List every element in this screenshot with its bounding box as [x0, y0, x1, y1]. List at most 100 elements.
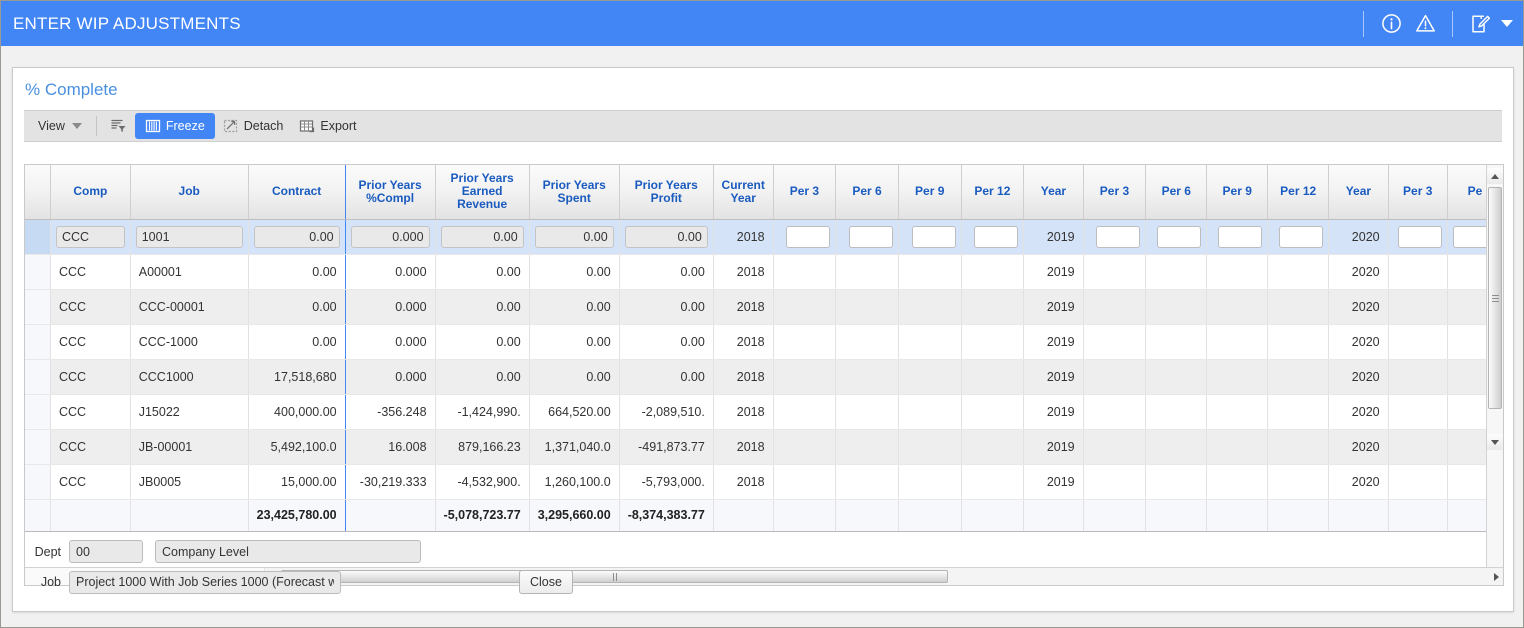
cell-p6b[interactable] [1145, 219, 1208, 255]
input-contract[interactable] [253, 225, 340, 248]
column-header-contract[interactable]: Contract [248, 165, 346, 220]
column-header-p12a[interactable]: Per 12 [961, 165, 1025, 220]
cell-p9a [898, 324, 962, 360]
view-menu-button[interactable]: View [30, 114, 90, 138]
table-row[interactable]: CCC JB-00001 5,492,100.0 16.008 879,166.23 1,… [25, 429, 1503, 465]
column-header-p3a[interactable]: Per 3 [773, 165, 837, 220]
scroll-up-button[interactable] [1487, 168, 1503, 184]
cell-pyprofit: 0.00 [619, 324, 714, 360]
row-select-cell[interactable] [25, 394, 51, 430]
table-row[interactable]: CCC A00001 0.00 0.000 0.00 0.00 0.00 2018 2019 20… [25, 254, 1503, 290]
input-p9a[interactable] [911, 225, 956, 248]
row-select-cell[interactable] [25, 324, 51, 360]
cell-job[interactable] [130, 219, 249, 255]
cell-p6a[interactable] [835, 219, 899, 255]
detach-button[interactable]: Detach [215, 114, 292, 138]
input-p12b[interactable] [1279, 225, 1324, 248]
cell-pycompl[interactable] [345, 219, 436, 255]
column-header-job[interactable]: Job [130, 165, 249, 220]
cell-pyspent: 0.00 [529, 359, 620, 395]
input-p6b[interactable] [1157, 225, 1202, 248]
cell-p3c [1388, 429, 1448, 465]
table-row[interactable]: CCC CCC-00001 0.00 0.000 0.00 0.00 0.00 2018 201… [25, 289, 1503, 325]
input-p9b[interactable] [1218, 225, 1263, 248]
freeze-columns-icon [145, 118, 161, 134]
cell-pyprofit[interactable] [619, 219, 714, 255]
scroll-down-button[interactable] [1487, 434, 1503, 450]
column-header-cy[interactable]: Current Year [713, 165, 774, 220]
export-button[interactable]: Export [291, 114, 364, 138]
filter-list-icon [111, 118, 127, 134]
input-pyrev[interactable] [440, 225, 524, 248]
cell-p6b [1145, 289, 1208, 325]
input-pyspent[interactable] [534, 225, 614, 248]
column-header-pycompl[interactable]: Prior Years %Compl [345, 165, 436, 220]
column-header-p9a[interactable]: Per 9 [898, 165, 962, 220]
input-p12a[interactable] [974, 225, 1019, 248]
cell-contract[interactable] [248, 219, 346, 255]
column-header-p12b[interactable]: Per 12 [1267, 165, 1330, 220]
cell-pyrev[interactable] [435, 219, 530, 255]
column-header-pyrev[interactable]: Prior Years Earned Revenue [435, 165, 530, 220]
cell-p3b[interactable] [1083, 219, 1147, 255]
cell-yr2: 2019 [1023, 464, 1084, 500]
column-header-p6b[interactable]: Per 6 [1145, 165, 1208, 220]
cell-p12b [1267, 254, 1330, 290]
column-header-comp[interactable]: Comp [50, 165, 131, 220]
dept-input[interactable] [69, 540, 143, 563]
column-header-pyspent[interactable]: Prior Years Spent [529, 165, 620, 220]
table-row[interactable]: CCC CCC-1000 0.00 0.000 0.00 0.00 0.00 2018 2019… [25, 324, 1503, 360]
notes-edit-icon[interactable] [1466, 10, 1494, 38]
row-select-header[interactable] [25, 165, 51, 220]
row-select-cell[interactable] [25, 464, 51, 500]
input-pycompl[interactable] [350, 225, 430, 248]
column-header-yr2[interactable]: Year [1023, 165, 1084, 220]
cell-yr3: 2020 [1328, 359, 1389, 395]
table-row[interactable]: CCC CCC1000 17,518,680 0.000 0.00 0.00 0.00 201… [25, 359, 1503, 395]
column-header-p6a[interactable]: Per 6 [835, 165, 899, 220]
input-p6a[interactable] [848, 225, 893, 248]
table-row[interactable]: CCC JB0005 15,000.00 -30,219.333 -4,532,900.… [25, 464, 1503, 500]
freeze-button[interactable]: Freeze [134, 113, 215, 139]
row-select-cell[interactable] [25, 219, 51, 255]
cell-p12a[interactable] [961, 219, 1025, 255]
window-title-bar: ENTER WIP ADJUSTMENTS [1, 1, 1523, 46]
input-comp[interactable] [55, 225, 125, 248]
table-row[interactable]: 2018 2019 2020 [25, 219, 1503, 255]
close-button[interactable]: Close [519, 570, 573, 594]
column-header-p3b[interactable]: Per 3 [1083, 165, 1147, 220]
column-header-p9b[interactable]: Per 9 [1206, 165, 1269, 220]
vertical-scroll-thumb[interactable] [1488, 187, 1502, 409]
cell-p9b[interactable] [1206, 219, 1269, 255]
dept-name-input[interactable] [155, 540, 421, 563]
cell-p3c[interactable] [1388, 219, 1448, 255]
row-select-cell[interactable] [25, 289, 51, 325]
column-header-yr3[interactable]: Year [1328, 165, 1389, 220]
input-job[interactable] [135, 225, 243, 248]
cell-p9b [1206, 394, 1269, 430]
row-select-cell[interactable] [25, 254, 51, 290]
title-actions-dropdown-arrow[interactable] [1501, 20, 1513, 27]
cell-p3b [1083, 254, 1147, 290]
column-header-p3c[interactable]: Per 3 [1388, 165, 1448, 220]
detach-filter-button[interactable] [103, 114, 135, 138]
column-header-pyprofit[interactable]: Prior Years Profit [619, 165, 714, 220]
input-p3a[interactable] [786, 225, 831, 248]
row-select-cell[interactable] [25, 429, 51, 465]
cell-pyspent[interactable] [529, 219, 620, 255]
cell-p3a[interactable] [773, 219, 837, 255]
input-pyprofit[interactable] [624, 225, 708, 248]
table-row[interactable]: CCC J15022 400,000.00 -356.248 -1,424,990. 66… [25, 394, 1503, 430]
cell-p9a[interactable] [898, 219, 962, 255]
cell-p12b[interactable] [1267, 219, 1330, 255]
input-p3b[interactable] [1096, 225, 1141, 248]
input-p3c[interactable] [1397, 225, 1442, 248]
job-input[interactable] [69, 570, 341, 594]
row-select-cell[interactable] [25, 359, 51, 395]
warning-icon[interactable] [1411, 10, 1439, 38]
info-icon[interactable] [1377, 10, 1405, 38]
cell-p3c [1388, 359, 1448, 395]
cell-p12a [961, 394, 1025, 430]
vertical-scrollbar[interactable] [1486, 165, 1503, 567]
cell-comp[interactable] [50, 219, 131, 255]
